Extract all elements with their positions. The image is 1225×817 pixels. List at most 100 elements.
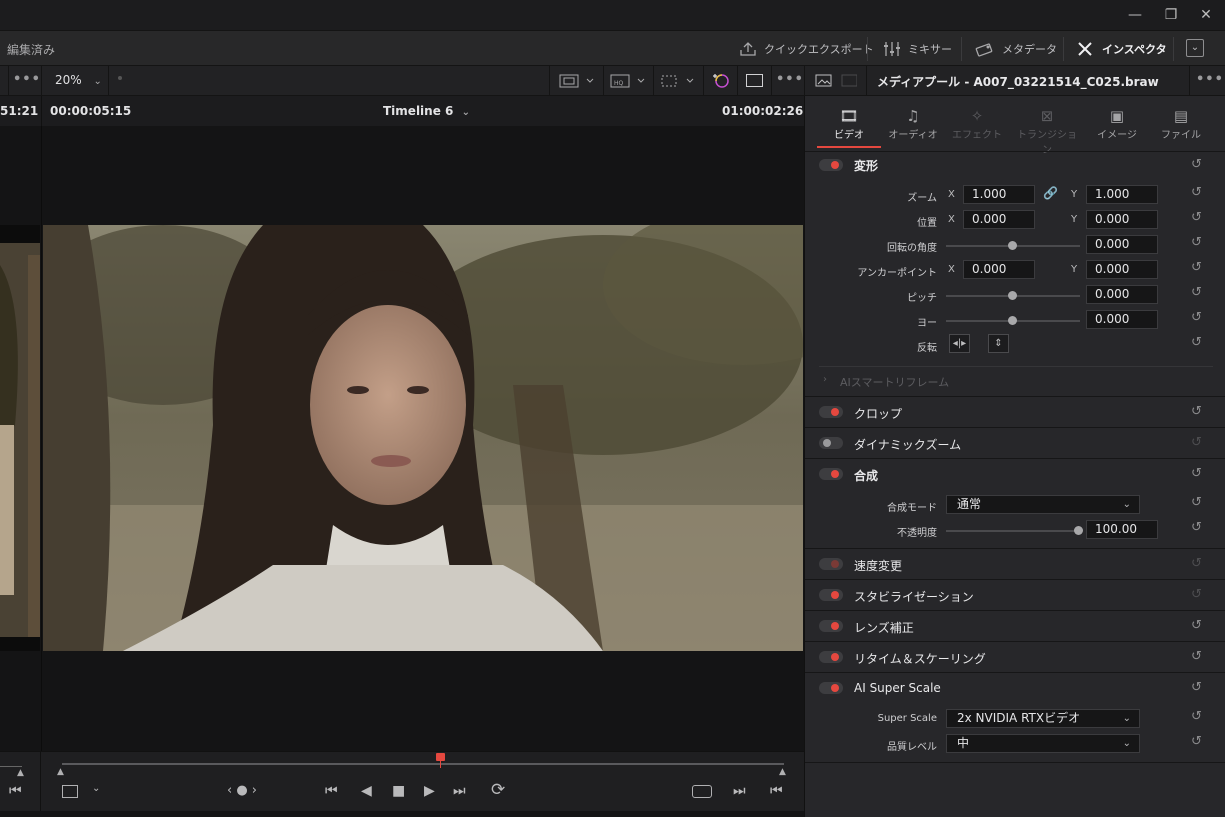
- previous-edit-icon[interactable]: ⏮: [770, 783, 783, 799]
- crop-toggle[interactable]: [819, 406, 843, 418]
- stop-icon[interactable]: ■: [392, 783, 405, 799]
- flip-horizontal-icon[interactable]: ◂|▸: [949, 334, 970, 353]
- yaw-slider[interactable]: [946, 316, 1080, 325]
- color-tools-button[interactable]: [711, 72, 731, 93]
- reset-icon[interactable]: ↺: [1191, 210, 1202, 225]
- restore-icon[interactable]: ❐: [1162, 6, 1180, 24]
- super-scale-select[interactable]: 2x NVIDIA RTXビデオ ⌄: [946, 709, 1140, 728]
- stabilization-toggle[interactable]: [819, 589, 843, 601]
- position-x-input[interactable]: 0.000: [963, 210, 1035, 229]
- rotation-input[interactable]: 0.000: [1086, 235, 1158, 254]
- anchor-y-input[interactable]: 0.000: [1086, 260, 1158, 279]
- ai-reframe-label[interactable]: AIスマートリフレーム: [840, 374, 949, 390]
- transform-toggle[interactable]: [819, 159, 843, 171]
- reset-icon[interactable]: ↺: [1191, 649, 1202, 664]
- speed-section[interactable]: 速度変更 ↺: [805, 548, 1225, 579]
- viewer-overlay-button[interactable]: [559, 73, 599, 92]
- source-scrub-area[interactable]: ▲: [0, 751, 41, 811]
- position-y-input[interactable]: 0.000: [1086, 210, 1158, 229]
- flip-vertical-icon[interactable]: ⇕: [988, 334, 1009, 353]
- composite-toggle[interactable]: [819, 468, 843, 480]
- stabilization-section[interactable]: スタビライゼーション ↺: [805, 579, 1225, 610]
- close-icon[interactable]: ✕: [1197, 6, 1215, 24]
- quality-select[interactable]: 中 ⌄: [946, 734, 1140, 753]
- reset-icon[interactable]: ↺: [1191, 709, 1202, 724]
- reset-icon[interactable]: ↺: [1191, 618, 1202, 633]
- minimize-icon[interactable]: —: [1126, 6, 1144, 24]
- opacity-slider[interactable]: [946, 526, 1083, 535]
- timeline-select[interactable]: Timeline 6 ⌄: [383, 104, 470, 118]
- jog-control-icon[interactable]: ‹ ● ›: [227, 783, 257, 798]
- reset-icon[interactable]: ↺: [1191, 235, 1202, 250]
- reset-icon[interactable]: ↺: [1191, 587, 1202, 602]
- jump-first-frame-icon[interactable]: ⏮: [325, 783, 338, 799]
- reset-icon[interactable]: ↺: [1191, 734, 1202, 749]
- jump-start-icon[interactable]: ⏮: [9, 783, 22, 799]
- rotation-slider[interactable]: [946, 241, 1080, 250]
- next-edit-icon[interactable]: ⏭: [733, 783, 746, 799]
- inspector-options-icon[interactable]: •••: [1196, 72, 1224, 87]
- play-icon[interactable]: ▶: [424, 783, 435, 799]
- tab-effects[interactable]: ✧ エフェクト: [945, 106, 1009, 141]
- pitch-slider[interactable]: [946, 291, 1080, 300]
- reset-icon[interactable]: ↺: [1191, 404, 1202, 419]
- speed-toggle[interactable]: [819, 558, 843, 570]
- left-viewer-options-icon[interactable]: •••: [13, 72, 41, 87]
- match-frame-icon[interactable]: [692, 785, 712, 798]
- reset-icon[interactable]: ↺: [1191, 260, 1202, 275]
- tab-image[interactable]: ▣ イメージ: [1085, 106, 1149, 141]
- crop-section[interactable]: クロップ ↺: [805, 396, 1225, 427]
- tab-video[interactable]: 🎞 ビデオ: [817, 106, 881, 141]
- reset-icon[interactable]: ↺: [1191, 556, 1202, 571]
- zoom-select[interactable]: 20% ⌄: [55, 73, 102, 87]
- reset-icon[interactable]: ↺: [1191, 466, 1202, 481]
- tab-audio[interactable]: ♫ オーディオ: [881, 106, 945, 141]
- reset-icon[interactable]: ↺: [1191, 310, 1202, 325]
- anchor-x-input[interactable]: 0.000: [963, 260, 1035, 279]
- chevron-down-icon[interactable]: ⌄: [92, 783, 100, 794]
- lens-correction-section[interactable]: レンズ補正 ↺: [805, 610, 1225, 641]
- zoom-y-input[interactable]: 1.000: [1086, 185, 1158, 204]
- viewer-mode-icon[interactable]: [62, 785, 78, 798]
- in-marker-icon[interactable]: ▲: [57, 767, 64, 777]
- lens-correction-toggle[interactable]: [819, 620, 843, 632]
- loop-icon[interactable]: ⟳: [491, 780, 505, 800]
- super-scale-toggle[interactable]: [819, 682, 843, 694]
- retime-section[interactable]: リタイム＆スケーリング ↺: [805, 641, 1225, 672]
- pitch-input[interactable]: 0.000: [1086, 285, 1158, 304]
- scrub-track[interactable]: [62, 763, 784, 765]
- reset-icon[interactable]: ↺: [1191, 680, 1202, 695]
- opacity-input[interactable]: 100.00: [1086, 520, 1158, 539]
- reverse-play-icon[interactable]: ◀: [361, 783, 372, 799]
- out-marker-icon[interactable]: ▲: [779, 767, 786, 777]
- quick-export-button[interactable]: クイックエクスポート: [738, 39, 874, 59]
- composite-mode-select[interactable]: 通常 ⌄: [946, 495, 1140, 514]
- yaw-input[interactable]: 0.000: [1086, 310, 1158, 329]
- viewer-mode-icon[interactable]: [746, 74, 763, 87]
- reset-icon[interactable]: ↺: [1191, 157, 1202, 172]
- reset-icon[interactable]: ↺: [1191, 495, 1202, 510]
- out-marker-icon[interactable]: ▲: [17, 768, 24, 778]
- transform-overlay-button[interactable]: [659, 73, 699, 92]
- reset-icon[interactable]: ↺: [1191, 285, 1202, 300]
- jump-last-frame-icon[interactable]: ⏭: [453, 783, 466, 799]
- reset-icon[interactable]: ↺: [1191, 520, 1202, 535]
- dynamic-zoom-toggle[interactable]: [819, 437, 843, 449]
- metadata-button[interactable]: メタデータ: [974, 39, 1057, 59]
- mixer-button[interactable]: ミキサー: [882, 39, 952, 59]
- playback-resolution-button[interactable]: HQ: [610, 73, 650, 92]
- link-icon[interactable]: 🔗: [1043, 186, 1058, 200]
- tab-transition[interactable]: ⊠ トランジション: [1015, 106, 1079, 156]
- inspector-button[interactable]: インスペクタ: [1076, 39, 1167, 59]
- chevron-right-icon[interactable]: ›: [823, 374, 827, 385]
- panel-toggle-button[interactable]: ⌄: [1186, 39, 1204, 57]
- retime-toggle[interactable]: [819, 651, 843, 663]
- dynamic-zoom-section[interactable]: ダイナミックズーム ↺: [805, 427, 1225, 458]
- reset-icon[interactable]: ↺: [1191, 435, 1202, 450]
- yaw-label: ヨー: [917, 318, 937, 329]
- viewer-options-icon[interactable]: •••: [776, 72, 804, 87]
- reset-icon[interactable]: ↺: [1191, 335, 1202, 350]
- zoom-x-input[interactable]: 1.000: [963, 185, 1035, 204]
- reset-icon[interactable]: ↺: [1191, 185, 1202, 200]
- tab-file[interactable]: ▤ ファイル: [1149, 106, 1213, 141]
